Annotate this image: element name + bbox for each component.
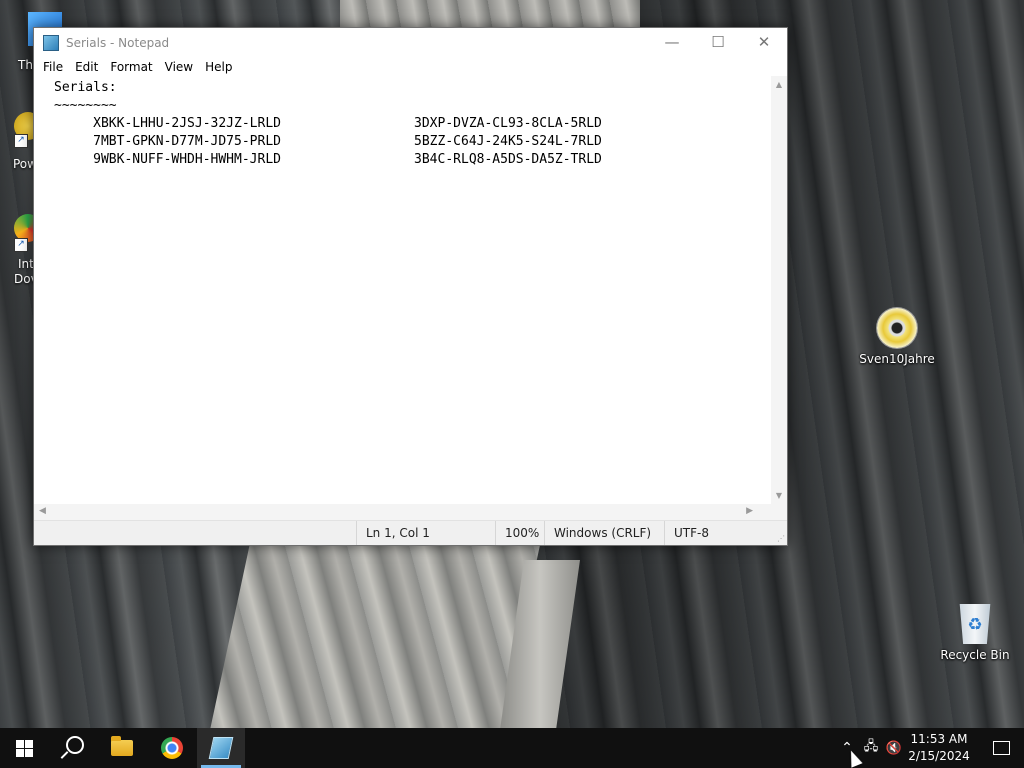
wallpaper-rock [340, 0, 640, 27]
network-status[interactable]: 🖧 [860, 728, 882, 768]
status-encoding: UTF-8 [664, 521, 709, 545]
desktop-icon-label: Int [18, 257, 34, 271]
volume-control[interactable]: 🔇 [883, 728, 905, 768]
vertical-scrollbar[interactable]: ▲ ▼ [771, 76, 787, 504]
shortcut-arrow-icon: ↗ [14, 134, 28, 148]
status-line-ending: Windows (CRLF) [544, 521, 651, 545]
window-title: Serials - Notepad [66, 36, 170, 50]
wallpaper-rock [210, 545, 540, 730]
notepad-window: Serials - Notepad — ☐ ✕ File Edit Format… [33, 27, 788, 546]
start-button[interactable] [0, 728, 48, 768]
resize-grip-icon[interactable]: ⋰ [777, 534, 785, 543]
notepad-icon [43, 35, 59, 51]
desktop-icon-recycle-bin[interactable]: ♻ Recycle Bin [937, 604, 1013, 662]
shortcut-arrow-icon: ↗ [14, 238, 28, 252]
close-button[interactable]: ✕ [741, 28, 787, 58]
menu-view[interactable]: View [159, 60, 199, 74]
menu-file[interactable]: File [37, 60, 69, 74]
chrome-icon [161, 737, 183, 759]
clock-date: 2/15/2024 [908, 749, 970, 763]
desktop-icon-label: Th [18, 58, 33, 72]
menu-help[interactable]: Help [199, 60, 238, 74]
menu-bar: File Edit Format View Help [34, 58, 787, 76]
windows-logo-icon [15, 739, 33, 757]
document-text[interactable]: Serials: ~~~~~~~~ XBKK-LHHU-2JSJ-32JZ-LR… [34, 76, 771, 169]
search-icon [66, 736, 84, 754]
desktop-icon-label: Sven10Jahre [859, 352, 935, 366]
menu-edit[interactable]: Edit [69, 60, 104, 74]
taskbar: ⌃ 🖧 🔇 11:53 AM 2/15/2024 [0, 728, 1024, 768]
taskbar-notepad[interactable] [197, 728, 245, 768]
status-position: Ln 1, Col 1 [356, 521, 430, 545]
recycle-bin-icon: ♻ [959, 604, 991, 644]
folder-icon [111, 736, 133, 756]
clock-time: 11:53 AM [910, 732, 968, 746]
network-icon: 🖧 [863, 739, 879, 754]
volume-muted-icon: 🔇 [885, 740, 903, 756]
menu-format[interactable]: Format [104, 60, 158, 74]
search-button[interactable] [48, 728, 96, 768]
taskbar-file-explorer[interactable] [98, 728, 146, 768]
scroll-down-icon[interactable]: ▼ [771, 491, 787, 500]
text-editor[interactable]: Serials: ~~~~~~~~ XBKK-LHHU-2JSJ-32JZ-LR… [34, 76, 771, 504]
desktop-icon-label: Recycle Bin [940, 648, 1010, 662]
horizontal-scrollbar[interactable]: ◀ ▶ [34, 504, 771, 520]
action-center-button[interactable] [978, 728, 1024, 768]
notepad-icon [208, 737, 234, 759]
desktop-icon-sven10jahre[interactable]: Sven10Jahre [859, 308, 935, 366]
status-bar: Ln 1, Col 1 100% Windows (CRLF) UTF-8 ⋰ [34, 520, 787, 545]
scroll-left-icon[interactable]: ◀ [39, 506, 46, 516]
scroll-up-icon[interactable]: ▲ [771, 80, 787, 89]
maximize-button[interactable]: ☐ [695, 28, 741, 58]
scroll-right-icon[interactable]: ▶ [746, 506, 753, 516]
cd-icon [877, 308, 917, 348]
notification-icon [992, 741, 1010, 755]
minimize-button[interactable]: — [649, 28, 695, 58]
taskbar-chrome[interactable] [148, 728, 196, 768]
clock[interactable]: 11:53 AM 2/15/2024 [905, 728, 973, 768]
status-zoom: 100% [495, 521, 539, 545]
scrollbar-corner [771, 504, 787, 520]
title-bar[interactable]: Serials - Notepad — ☐ ✕ [34, 28, 787, 58]
